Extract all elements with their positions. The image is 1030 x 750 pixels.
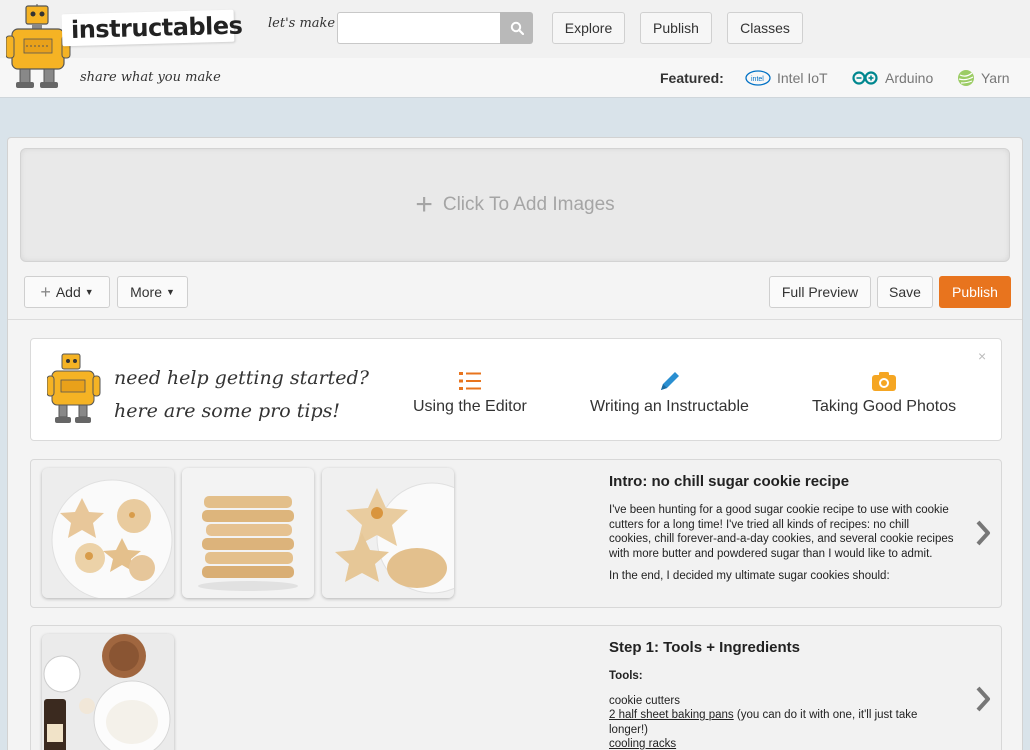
tips-line-1: need help getting started?	[114, 367, 369, 389]
featured-intel-label: Intel IoT	[777, 70, 828, 86]
tip-using-editor-label: Using the Editor	[413, 398, 527, 415]
tagline: share what you make	[80, 70, 221, 85]
list-item: cooling racks	[609, 737, 954, 750]
chevron-right-icon[interactable]	[974, 519, 992, 547]
cookie-closeup-image	[322, 468, 454, 598]
svg-text:intel: intel	[751, 76, 764, 83]
step-photo-thumbnail[interactable]	[322, 468, 454, 598]
save-button[interactable]: Save	[877, 276, 933, 308]
logo-text: instructables	[70, 11, 243, 45]
close-tips-icon[interactable]: ×	[978, 348, 986, 364]
ingredients-image	[42, 634, 174, 750]
featured-arduino-label: Arduino	[885, 70, 934, 86]
more-dropdown-button[interactable]: More ▼	[117, 276, 188, 308]
step-photo-thumbnail[interactable]	[42, 634, 174, 750]
list-item: cookie cutters	[609, 694, 680, 707]
chevron-right-icon[interactable]	[974, 685, 992, 713]
camera-icon	[872, 372, 897, 391]
tools-heading: Tools:	[609, 670, 643, 682]
explore-button[interactable]: Explore	[552, 12, 625, 44]
lets-make-label: let's make	[268, 16, 336, 31]
tip-writing-instructable[interactable]: Writing an Instructable	[590, 370, 749, 416]
tip-using-editor[interactable]: Using the Editor	[413, 370, 527, 416]
step-paragraph: I've been hunting for a good sugar cooki…	[609, 504, 954, 560]
baking-pans-link[interactable]: 2 half sheet baking pans	[609, 709, 734, 721]
header-publish-button[interactable]: Publish	[640, 12, 712, 44]
cookie-stack-image	[182, 468, 314, 598]
robot-mascot-icon	[47, 353, 101, 423]
step-paragraph: In the end, I decided my ultimate sugar …	[609, 570, 890, 582]
tip-taking-photos[interactable]: Taking Good Photos	[812, 370, 956, 416]
featured-label: Featured:	[660, 70, 724, 86]
step-photo-thumbnail[interactable]	[182, 468, 314, 598]
search-button[interactable]	[500, 12, 533, 44]
intel-icon: intel	[745, 70, 771, 86]
search-icon	[510, 21, 524, 35]
list-icon	[458, 372, 481, 390]
cooling-racks-link[interactable]: cooling racks	[609, 738, 676, 750]
add-images-label: Click To Add Images	[442, 194, 615, 215]
step-description: Tools: cookie cutters 2 half sheet bakin…	[609, 669, 954, 750]
plus-icon: +	[40, 282, 51, 302]
logo-wordmark[interactable]: instructables	[61, 9, 243, 47]
tips-heading: need help getting started? here are some…	[114, 362, 369, 428]
step-title: Intro: no chill sugar cookie recipe	[609, 473, 850, 490]
step-photo-thumbnail[interactable]	[42, 468, 174, 598]
step-title: Step 1: Tools + Ingredients	[609, 639, 801, 656]
add-images-dropzone[interactable]: + Click To Add Images	[20, 148, 1010, 262]
featured-intel-link[interactable]: intel Intel IoT	[745, 68, 828, 88]
classes-button[interactable]: Classes	[727, 12, 803, 44]
featured-arduino-link[interactable]: Arduino	[851, 68, 933, 88]
toolbar-divider	[8, 319, 1022, 320]
full-preview-button[interactable]: Full Preview	[769, 276, 871, 308]
step-description: I've been hunting for a good sugar cooki…	[609, 503, 954, 593]
featured-yarn-label: Yarn	[981, 70, 1010, 86]
yarn-icon	[958, 70, 974, 86]
pencil-icon	[661, 372, 680, 390]
caret-down-icon: ▼	[165, 287, 175, 297]
add-dropdown-button[interactable]: + Add ▼	[24, 276, 110, 308]
tip-writing-label: Writing an Instructable	[590, 398, 749, 415]
caret-down-icon: ▼	[84, 287, 94, 297]
more-label: More	[130, 284, 162, 300]
tip-photos-label: Taking Good Photos	[812, 398, 957, 415]
list-item: 2 half sheet baking pans (you can do it …	[609, 708, 954, 737]
add-label: Add	[55, 284, 81, 300]
featured-yarn-link[interactable]: Yarn	[957, 68, 1010, 88]
search-input[interactable]	[337, 12, 501, 44]
plus-icon: +	[415, 188, 433, 221]
publish-button[interactable]: Publish	[939, 276, 1011, 308]
tips-line-2: here are some pro tips!	[114, 400, 341, 422]
arduino-icon	[852, 71, 878, 85]
cookie-plate-image	[42, 468, 174, 598]
